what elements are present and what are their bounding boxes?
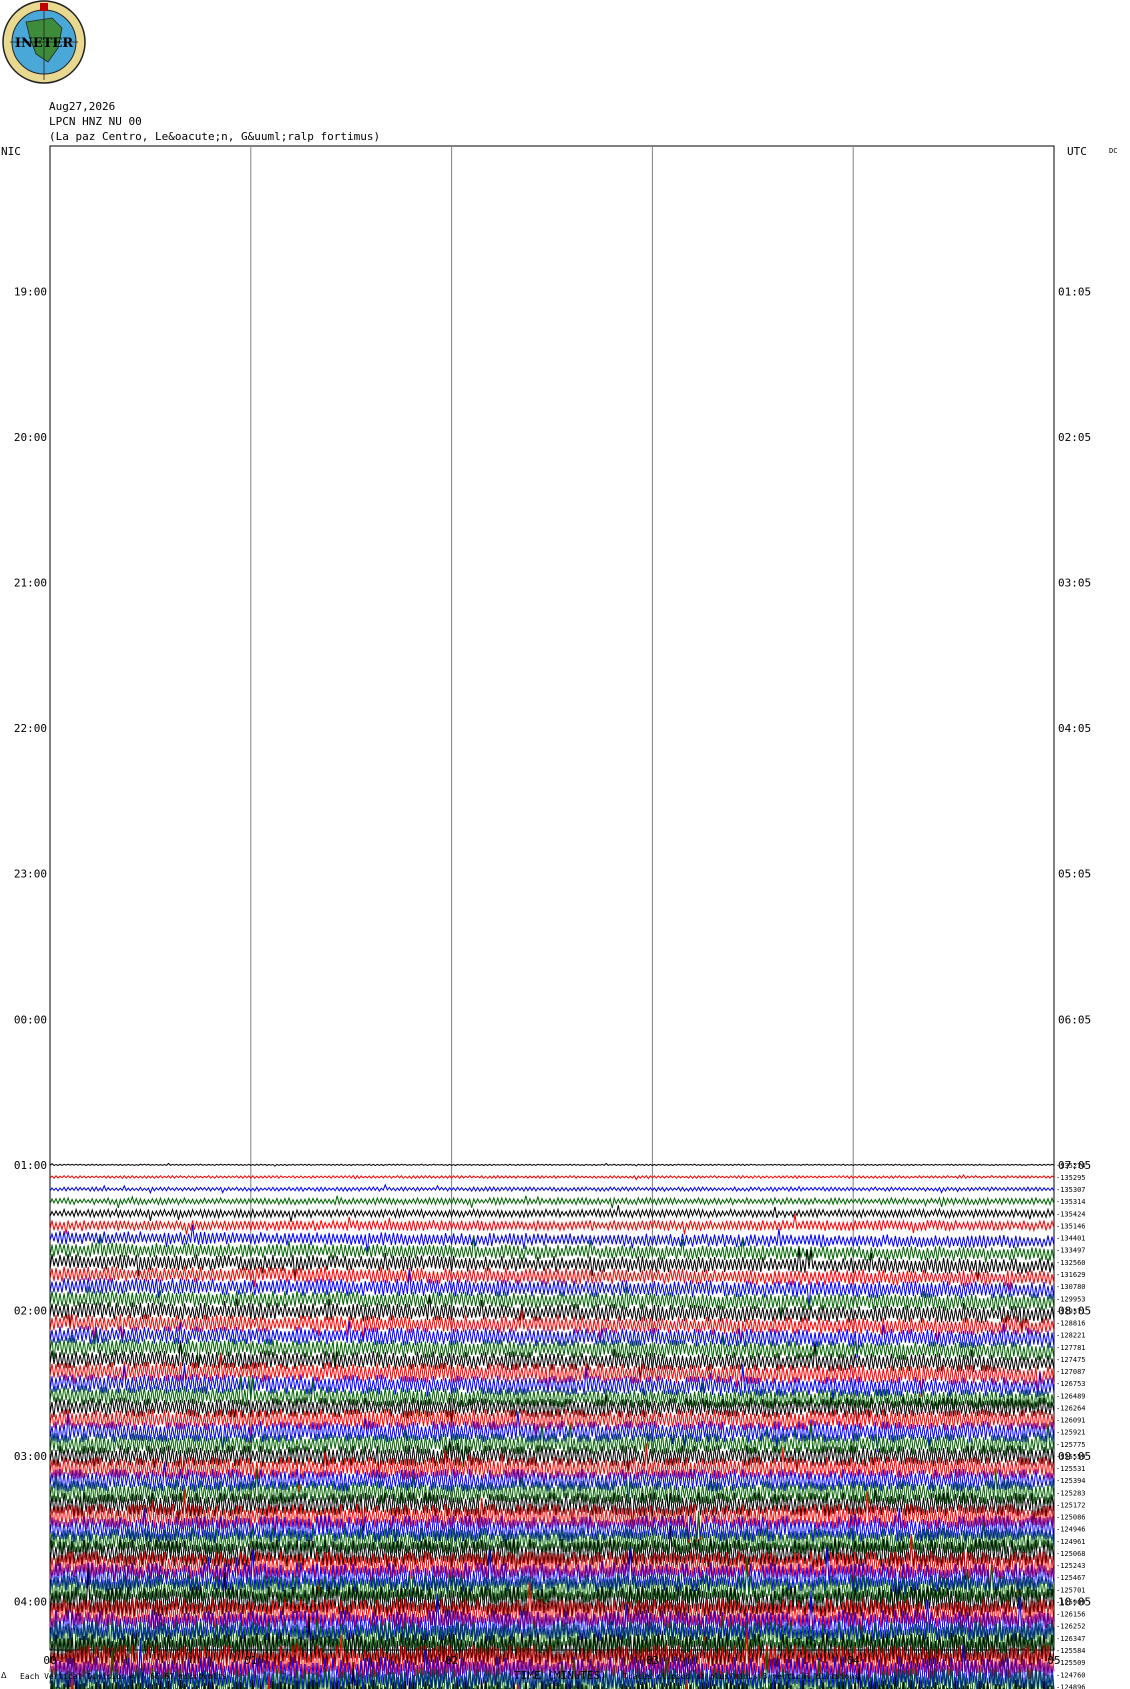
- dc-offset-label: -129953: [1056, 1295, 1086, 1303]
- x-tick-label: 04: [847, 1654, 861, 1667]
- dc-offset-label: -128221: [1056, 1332, 1086, 1340]
- right-hour-label: 06:05: [1058, 1013, 1091, 1026]
- dc-offset-label: -126252: [1056, 1623, 1086, 1631]
- pen-glyph: ᐃ: [1, 1671, 7, 1680]
- x-tick-label: 01: [244, 1654, 257, 1667]
- dc-offset-label: -125559: [1056, 1453, 1086, 1461]
- dc-offset-label: -130780: [1056, 1283, 1086, 1291]
- x-tick-label: 00: [43, 1654, 56, 1667]
- dc-offset-label: -127087: [1056, 1368, 1086, 1376]
- dc-offset-label: -135424: [1056, 1210, 1086, 1218]
- dc-offset-label: -135314: [1056, 1198, 1086, 1206]
- right-hour-label: 04:05: [1058, 722, 1091, 735]
- dc-offset-label: -135295: [1056, 1174, 1086, 1182]
- seismic-traces: [49, 1162, 1055, 1689]
- dc-offset-label: -129371: [1056, 1307, 1086, 1315]
- dc-offset-label: -127781: [1056, 1344, 1086, 1352]
- dc-offset-label: -125909: [1056, 1598, 1086, 1606]
- dc-offset-label: -125921: [1056, 1429, 1086, 1437]
- dc-offset-label: -124896: [1056, 1683, 1086, 1689]
- seismic-trace: [49, 1331, 1055, 1368]
- seismic-trace: [49, 1173, 1055, 1181]
- right-hour-label: 01:05: [1058, 286, 1091, 299]
- seismic-trace: [49, 1214, 1055, 1235]
- left-hour-label: 02:00: [14, 1304, 47, 1317]
- dc-offset-label: -132560: [1056, 1259, 1086, 1267]
- dc-offset-label: -126264: [1056, 1404, 1086, 1412]
- clip-note: Traces clipped at plus/minus 3 vertical …: [623, 1672, 860, 1681]
- left-hour-label: 04:00: [14, 1595, 47, 1608]
- dc-offset-label: -125584: [1056, 1647, 1086, 1655]
- left-hour-label: 22:00: [14, 722, 47, 735]
- left-hour-label: 03:00: [14, 1450, 47, 1463]
- right-hour-label: 05:05: [1058, 868, 1091, 881]
- seismic-trace: [49, 1394, 1055, 1428]
- left-hour-label: 19:00: [14, 286, 47, 299]
- x-tick-label: 02: [445, 1654, 458, 1667]
- seismic-trace: [49, 1266, 1055, 1291]
- dc-offset-label: -125394: [1056, 1477, 1086, 1485]
- dc-offset-label: -133497: [1056, 1247, 1086, 1255]
- dc-offset-label: -126753: [1056, 1380, 1086, 1388]
- dc-offset-label: -127475: [1056, 1356, 1086, 1364]
- left-hour-label: 23:00: [14, 868, 47, 881]
- left-hour-label: 21:00: [14, 577, 47, 590]
- seismic-trace: [49, 1286, 1055, 1319]
- dc-offset-label: -125172: [1056, 1501, 1086, 1509]
- x-axis-title: TIME (MINUTES): [514, 1669, 607, 1682]
- dc-offset-label: -124760: [1056, 1671, 1086, 1679]
- dc-offset-label: -135274: [1056, 1162, 1086, 1170]
- dc-offset-label: -125775: [1056, 1441, 1086, 1449]
- dc-offset-label: -124961: [1056, 1538, 1086, 1546]
- dc-offset-label: -125243: [1056, 1562, 1086, 1570]
- seismic-trace: [49, 1162, 1055, 1167]
- dc-offset-label: -125467: [1056, 1574, 1086, 1582]
- dc-offset-label: -125509: [1056, 1659, 1086, 1667]
- seismic-trace: [49, 1195, 1055, 1209]
- dc-offset-label: -135146: [1056, 1222, 1086, 1230]
- seismic-trace: [49, 1183, 1055, 1195]
- dc-offset-label: -126156: [1056, 1611, 1086, 1619]
- dc-offset-label: -125086: [1056, 1514, 1086, 1522]
- dc-offset-label: -126091: [1056, 1417, 1086, 1425]
- dc-offset-label: -131629: [1056, 1271, 1086, 1279]
- seismic-trace: [49, 1247, 1055, 1282]
- x-tick-label: 03: [646, 1654, 659, 1667]
- left-hour-label: 01:00: [14, 1159, 47, 1172]
- left-hour-label: 00:00: [14, 1013, 47, 1026]
- dc-offset-label: -125068: [1056, 1550, 1086, 1558]
- dc-offset-label: -125531: [1056, 1465, 1086, 1473]
- dc-offset-label: -135307: [1056, 1186, 1086, 1194]
- dc-offset-label: -125283: [1056, 1489, 1086, 1497]
- dc-offset-label: -126489: [1056, 1392, 1086, 1400]
- dc-offset-label: -124946: [1056, 1526, 1086, 1534]
- left-hour-label: 20:00: [14, 431, 47, 444]
- seismic-trace: [49, 1295, 1055, 1334]
- vertical-division-note: Each Vertical Division = 66.67 microvolt…: [20, 1672, 228, 1681]
- dc-offset-label: -126347: [1056, 1635, 1086, 1643]
- dc-offset-label: -134401: [1056, 1235, 1086, 1243]
- dc-offset-label: -125701: [1056, 1586, 1086, 1594]
- right-hour-label: 03:05: [1058, 577, 1091, 590]
- right-hour-label: 02:05: [1058, 431, 1091, 444]
- helicorder-plot: 00 01 02 03 04 0519:00 01:0520:00 02:0521:00 03:…: [14, 145, 1091, 1689]
- dc-offset-label: -128816: [1056, 1320, 1086, 1328]
- seismic-trace: [49, 1270, 1055, 1309]
